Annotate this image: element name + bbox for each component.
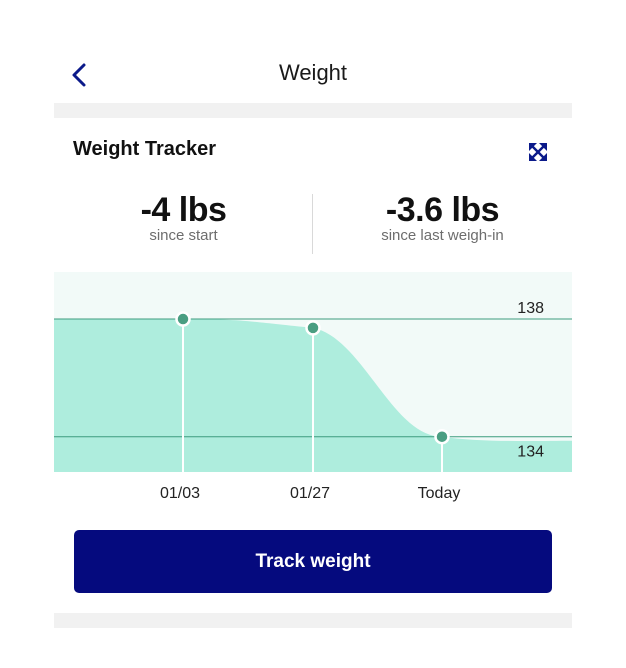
- expand-button[interactable]: [526, 140, 550, 164]
- stat-value: -3.6 lbs: [385, 191, 500, 229]
- data-point: [175, 311, 191, 327]
- data-point: [305, 320, 321, 336]
- weight-chart: 138 134 01/03 01/27 Today: [54, 272, 572, 502]
- stat-since-start: -4 lbs since start: [54, 191, 313, 245]
- reference-label: 134: [517, 444, 544, 461]
- card-title: Weight Tracker: [73, 138, 217, 160]
- x-tick-label: 01/03: [160, 485, 200, 502]
- stat-label: since start: [149, 227, 218, 245]
- x-tick-label: Today: [418, 485, 461, 502]
- data-point: [434, 428, 450, 445]
- bottom-divider: [54, 613, 572, 628]
- weight-stats: -4 lbs since start -3.6 lbs since last w…: [54, 191, 572, 258]
- track-weight-button[interactable]: Track weight: [74, 530, 552, 593]
- reference-label: 138: [517, 300, 544, 317]
- stat-since-last: -3.6 lbs since last weigh-in: [313, 191, 572, 245]
- page-header: Weight: [54, 50, 572, 102]
- expand-arrows-icon: [529, 143, 547, 161]
- x-tick-label: 01/27: [290, 485, 330, 502]
- section-divider: [54, 103, 572, 118]
- page-title: Weight: [278, 60, 348, 85]
- stat-label: since last weigh-in: [381, 227, 504, 245]
- stat-value: -4 lbs: [140, 191, 227, 229]
